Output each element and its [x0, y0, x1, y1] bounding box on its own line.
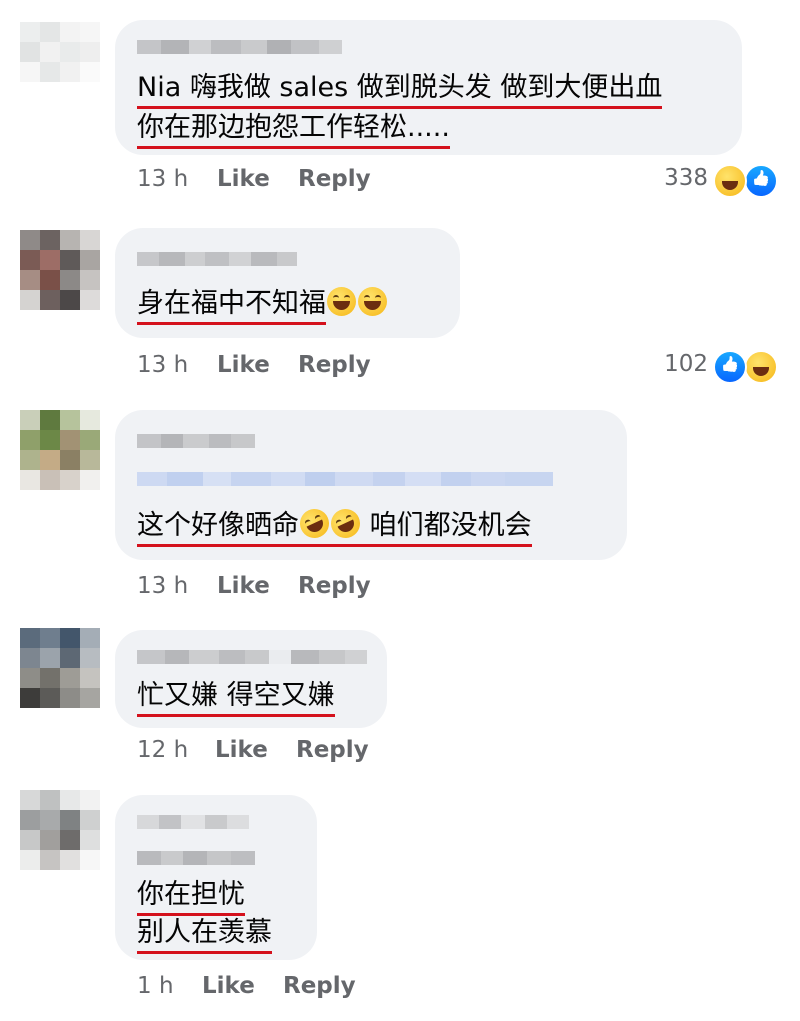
comment-actions: 12 h Like Reply — [137, 737, 437, 767]
haha-icon — [744, 350, 778, 384]
reaction-count: 102 — [664, 351, 708, 377]
author-name-blurred[interactable] — [137, 650, 367, 664]
like-button[interactable]: Like — [217, 573, 270, 599]
comment-text-line-1: 忙又嫌 得空又嫌 — [137, 678, 335, 717]
comment-actions: 13 h Like Reply — [137, 352, 437, 382]
like-button[interactable]: Like — [202, 973, 255, 999]
comment-actions: 13 h Like Reply — [137, 166, 437, 196]
like-button[interactable]: Like — [217, 352, 270, 378]
author-name-blurred[interactable] — [137, 40, 342, 54]
reply-button[interactable]: Reply — [298, 573, 371, 599]
reaction-count: 338 — [664, 165, 708, 191]
comment-actions: 13 h Like Reply — [137, 573, 437, 603]
reply-button[interactable]: Reply — [298, 166, 371, 192]
tears-of-joy-emoji — [358, 287, 387, 316]
reply-button[interactable]: Reply — [298, 352, 371, 378]
avatar-blurred[interactable] — [20, 628, 100, 708]
author-name-blurred[interactable] — [137, 434, 255, 448]
comment-bubble: Nia 嗨我做 sales 做到脱头发 做到大便出血 你在那边抱怨工作轻松...… — [115, 20, 742, 155]
comment-text-line-1: 你在担忧 — [137, 877, 245, 916]
comment-text-line-1: Nia 嗨我做 sales 做到脱头发 做到大便出血 — [137, 70, 663, 109]
comment-bubble: 忙又嫌 得空又嫌 — [115, 630, 387, 728]
avatar-blurred[interactable] — [20, 790, 100, 870]
comment-text-line-1: 身在福中不知福 — [137, 286, 388, 325]
timestamp: 13 h — [137, 166, 189, 192]
comment-bubble: 身在福中不知福 — [115, 228, 460, 338]
timestamp: 13 h — [137, 573, 189, 599]
like-button[interactable]: Like — [217, 166, 270, 192]
tears-of-joy-emoji — [327, 287, 356, 316]
author-name-blurred[interactable] — [137, 252, 297, 266]
reaction-summary[interactable]: 338 — [600, 162, 780, 198]
author-subtitle-blurred[interactable] — [137, 851, 255, 865]
timestamp: 12 h — [137, 737, 189, 763]
like-icon — [744, 164, 778, 198]
comment-actions: 1 h Like Reply — [137, 973, 437, 1003]
author-name-blurred[interactable] — [137, 815, 249, 829]
like-icon — [713, 350, 747, 384]
avatar-blurred[interactable] — [20, 230, 100, 310]
rolling-on-floor-laughing-emoji — [326, 504, 365, 543]
comment-text-line-1: 这个好像晒命 咱们都没机会 — [137, 504, 532, 547]
avatar-blurred[interactable] — [20, 22, 100, 102]
avatar-blurred[interactable] — [20, 410, 100, 490]
reaction-summary[interactable]: 102 — [600, 348, 780, 384]
reply-button[interactable]: Reply — [283, 973, 356, 999]
comment-text-line-2: 别人在羡慕 — [137, 915, 272, 954]
tagged-name-blurred[interactable] — [137, 472, 553, 486]
comment-bubble: 这个好像晒命 咱们都没机会 — [115, 410, 627, 560]
timestamp: 13 h — [137, 352, 189, 378]
comment-text-line-2: 你在那边抱怨工作轻松..... — [137, 110, 450, 149]
comment-bubble: 你在担忧 别人在羡慕 — [115, 795, 317, 960]
haha-icon — [713, 164, 747, 198]
timestamp: 1 h — [137, 973, 174, 999]
like-button[interactable]: Like — [215, 737, 268, 763]
rolling-on-floor-laughing-emoji — [295, 504, 334, 543]
reply-button[interactable]: Reply — [296, 737, 369, 763]
